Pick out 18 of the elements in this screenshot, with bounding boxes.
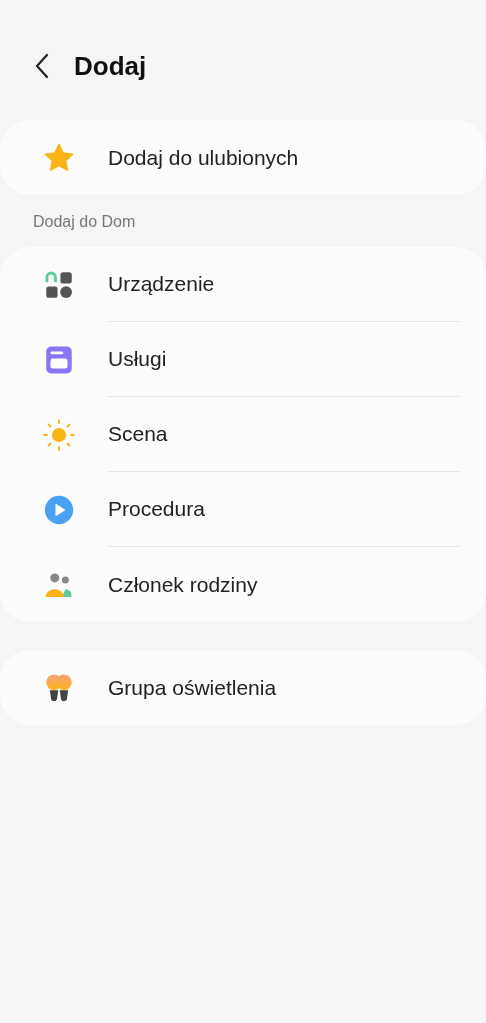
- list-item[interactable]: Grupa oświetlenia: [0, 650, 486, 725]
- section-header: Dodaj do Dom: [32, 212, 137, 232]
- page-title: Dodaj: [74, 49, 147, 83]
- item-label: Procedura: [108, 496, 205, 523]
- back-icon: [34, 53, 50, 79]
- item-label: Usługi: [108, 346, 167, 373]
- list-item[interactable]: Usługi: [0, 322, 486, 397]
- list-item[interactable]: Członek rodziny: [0, 547, 486, 622]
- item-label: Grupa oświetlenia: [108, 674, 277, 701]
- item-label: Członek rodziny: [108, 571, 258, 598]
- item-label: Urządzenie: [108, 271, 215, 298]
- list-item[interactable]: Urządzenie: [0, 247, 486, 322]
- list-item[interactable]: Dodaj do ulubionych: [0, 120, 486, 195]
- list-item[interactable]: Procedura: [0, 472, 486, 547]
- item-label: Scena: [108, 421, 168, 448]
- list-item[interactable]: Scena: [0, 397, 486, 472]
- sun-icon: [42, 417, 76, 452]
- item-label: Dodaj do ulubionych: [108, 144, 299, 171]
